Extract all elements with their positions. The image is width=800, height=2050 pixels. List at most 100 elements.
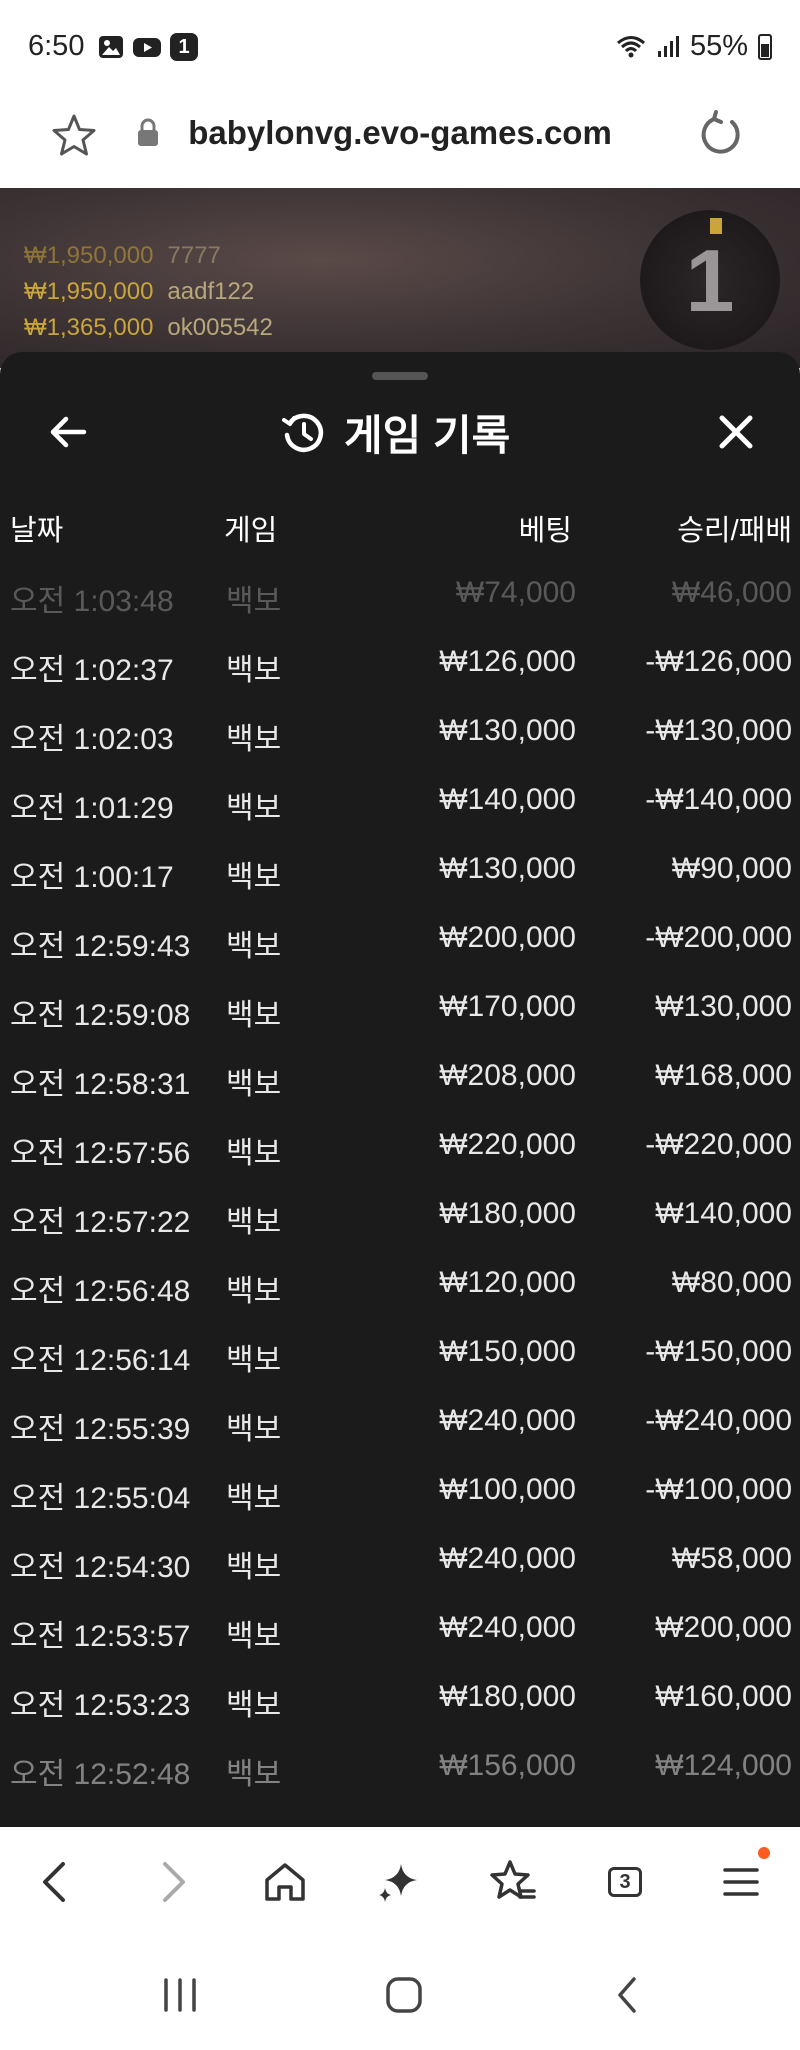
history-row[interactable]: 오전 12:57:56 백보 ₩220,000 -₩220,000 [0, 1112, 800, 1181]
row-date: 오전 12:56:48 [10, 1275, 191, 1308]
drag-handle[interactable] [372, 372, 428, 380]
row-result: ₩58,000 [671, 1542, 792, 1575]
forward-button[interactable] [146, 1855, 200, 1909]
reload-icon[interactable] [692, 108, 748, 164]
history-table[interactable]: 오전 1:03:48 백보 ₩74,000 ₩46,000 오전 1:02:37 백보 ₩1… [0, 560, 800, 1802]
row-game: 백보 [226, 1482, 282, 1515]
back-button[interactable] [28, 1855, 82, 1909]
back-arrow-icon[interactable] [44, 408, 92, 456]
row-date: 오전 1:02:03 [10, 723, 174, 756]
game-background: ₩1,950,000 7777 ₩1,950,000 aadf122 ₩1,36… [0, 188, 800, 368]
row-result: -₩130,000 [645, 714, 792, 747]
row-result: ₩200,000 [655, 1611, 792, 1644]
history-row[interactable]: 오전 12:53:23 백보 ₩180,000 ₩160,000 [0, 1664, 800, 1733]
signal-icon [657, 35, 679, 57]
battery-icon [758, 33, 772, 60]
winner-amount: ₩1,950,000 [24, 278, 154, 305]
row-result: -₩220,000 [645, 1128, 792, 1161]
row-game: 백보 [226, 1758, 282, 1791]
row-game: 백보 [226, 1689, 282, 1722]
row-date: 오전 12:59:43 [10, 930, 191, 963]
row-bet: ₩74,000 [455, 576, 576, 609]
row-game: 백보 [226, 1137, 282, 1170]
menu-button[interactable] [714, 1847, 770, 1909]
row-bet: ₩200,000 [439, 921, 576, 954]
winner-amount: ₩1,950,000 [24, 242, 154, 269]
menu-notification-dot [758, 1847, 770, 1859]
row-result: ₩46,000 [671, 576, 792, 609]
history-row[interactable]: 오전 1:00:17 백보 ₩130,000 ₩90,000 [0, 836, 800, 905]
row-bet: ₩180,000 [439, 1680, 576, 1713]
winner-row: ₩1,950,000 aadf122 [24, 278, 254, 306]
row-game: 백보 [226, 1551, 282, 1584]
history-row[interactable]: 오전 12:55:04 백보 ₩100,000 -₩100,000 [0, 1457, 800, 1526]
row-date: 오전 1:03:48 [10, 585, 174, 618]
row-result: -₩126,000 [645, 645, 792, 678]
history-row[interactable]: 오전 1:02:03 백보 ₩130,000 -₩130,000 [0, 698, 800, 767]
history-row[interactable]: 오전 12:58:31 백보 ₩208,000 ₩168,000 [0, 1043, 800, 1112]
rank-badge: 1 [640, 210, 780, 350]
history-row[interactable]: 오전 1:03:48 백보 ₩74,000 ₩46,000 [0, 560, 800, 629]
status-time: 6:50 [28, 30, 85, 62]
row-game: 백보 [226, 930, 282, 963]
row-date: 오전 1:02:37 [10, 654, 174, 687]
row-game: 백보 [226, 1344, 282, 1377]
url-text[interactable]: babylonvg.evo-games.com [0, 114, 800, 152]
notification-count-badge: 1 [170, 33, 198, 61]
history-row[interactable]: 오전 12:56:48 백보 ₩120,000 ₩80,000 [0, 1250, 800, 1319]
row-date: 오전 12:56:14 [10, 1344, 191, 1377]
chevron-right-icon [163, 1862, 185, 1902]
game-history-panel: 게임 기록 날짜 게임 베팅 승리/패배 오전 1:03:48 백보 ₩74,000… [0, 352, 800, 1827]
status-right: 55% [616, 30, 772, 63]
winner-name: aadf122 [167, 278, 255, 305]
history-row[interactable]: 오전 12:55:39 백보 ₩240,000 -₩240,000 [0, 1388, 800, 1457]
browser-toolbar: 3 [0, 1827, 800, 1939]
row-game: 백보 [226, 1206, 282, 1239]
menu-icon [723, 1868, 759, 1896]
row-bet: ₩240,000 [439, 1542, 576, 1575]
row-date: 오전 1:00:17 [10, 861, 174, 894]
row-bet: ₩240,000 [439, 1404, 576, 1437]
home-icon [265, 1863, 305, 1901]
status-bar: 6:50 1 55% [0, 0, 800, 92]
history-row[interactable]: 오전 12:54:30 백보 ₩240,000 ₩58,000 [0, 1526, 800, 1595]
sparkle-icon [379, 1864, 417, 1902]
url-bar[interactable]: babylonvg.evo-games.com [0, 92, 800, 188]
row-bet: ₩150,000 [439, 1335, 576, 1368]
panel-header: 게임 기록 [0, 392, 800, 472]
back-nav-icon[interactable] [612, 1975, 642, 2015]
recents-icon[interactable] [160, 1977, 200, 2013]
tabs-button[interactable]: 3 [598, 1855, 652, 1909]
history-row[interactable]: 오전 12:59:43 백보 ₩200,000 -₩200,000 [0, 905, 800, 974]
history-row[interactable]: 오전 12:57:22 백보 ₩180,000 ₩140,000 [0, 1181, 800, 1250]
row-result: -₩100,000 [645, 1473, 792, 1506]
home-button[interactable] [258, 1855, 312, 1909]
row-bet: ₩208,000 [439, 1059, 576, 1092]
history-icon [282, 413, 324, 452]
row-bet: ₩120,000 [439, 1266, 576, 1299]
close-icon[interactable] [712, 408, 760, 456]
history-row[interactable]: 오전 12:53:57 백보 ₩240,000 ₩200,000 [0, 1595, 800, 1664]
home-nav-icon[interactable] [384, 1975, 424, 2015]
row-date: 오전 1:01:29 [10, 792, 174, 825]
row-game: 백보 [226, 1413, 282, 1446]
row-game: 백보 [226, 723, 282, 756]
row-result: -₩140,000 [645, 783, 792, 816]
row-bet: ₩130,000 [439, 714, 576, 747]
row-result: ₩90,000 [671, 852, 792, 885]
row-date: 오전 12:54:30 [10, 1551, 191, 1584]
history-row[interactable]: 오전 12:59:08 백보 ₩170,000 ₩130,000 [0, 974, 800, 1043]
history-row[interactable]: 오전 12:56:14 백보 ₩150,000 -₩150,000 [0, 1319, 800, 1388]
winner-amount: ₩1,365,000 [24, 314, 154, 341]
history-row[interactable]: 오전 1:02:37 백보 ₩126,000 -₩126,000 [0, 629, 800, 698]
bookmarks-button[interactable] [486, 1855, 540, 1909]
history-row[interactable]: 오전 1:01:29 백보 ₩140,000 -₩140,000 [0, 767, 800, 836]
row-game: 백보 [226, 1275, 282, 1308]
ai-sparkle-button[interactable] [372, 1855, 426, 1909]
column-header-game: 게임 [224, 515, 278, 547]
row-date: 오전 12:58:31 [10, 1068, 191, 1101]
column-header-date: 날짜 [10, 515, 64, 547]
row-date: 오전 12:57:22 [10, 1206, 191, 1239]
row-bet: ₩126,000 [439, 645, 576, 678]
history-row[interactable]: 오전 12:52:48 백보 ₩156,000 ₩124,000 [0, 1733, 800, 1802]
